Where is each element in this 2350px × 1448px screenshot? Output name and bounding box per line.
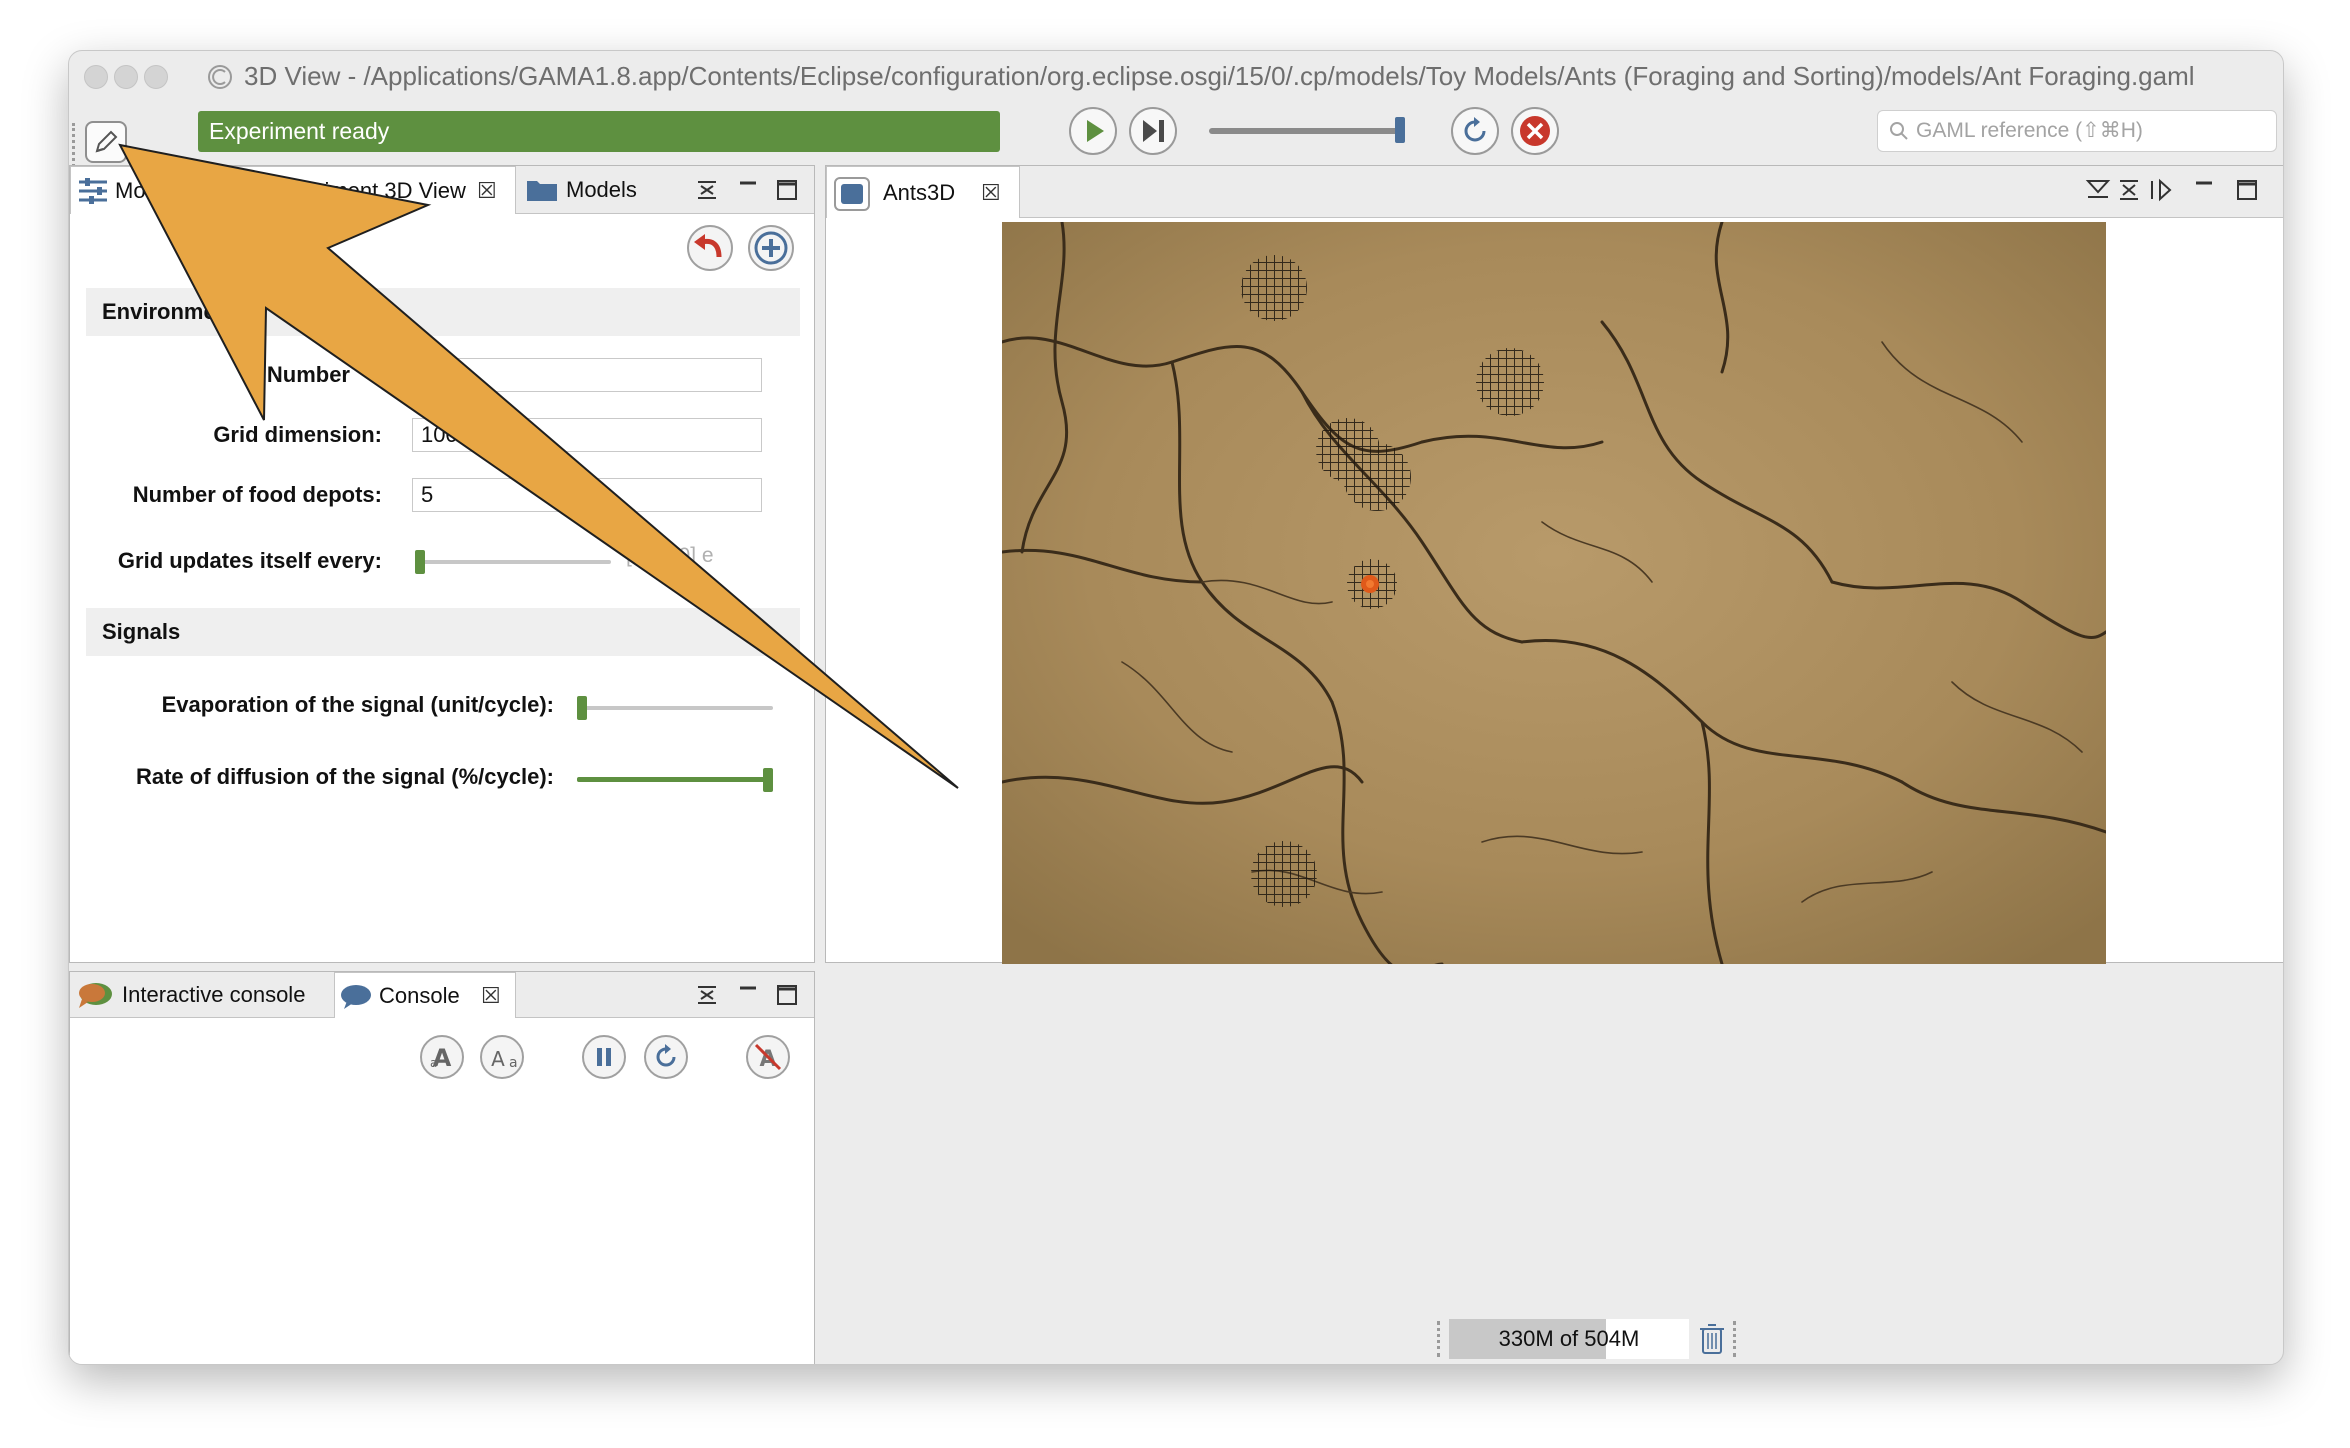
clear-text-icon: A (754, 1043, 782, 1072)
svg-text:A: A (491, 1047, 505, 1071)
tab-ants3d-label: Ants3D (883, 180, 956, 205)
toggle-panel-icon (2151, 178, 2172, 202)
evaporation-slider-thumb[interactable] (577, 696, 587, 720)
grid-updates-slider-thumb[interactable] (415, 550, 425, 574)
evaporation-label: Evaporation of the signal (unit/cycle): (161, 692, 554, 717)
increase-font-button[interactable]: Aa (420, 1035, 464, 1079)
diffusion-slider-fill (577, 777, 768, 782)
collapse-icon (698, 181, 716, 199)
parameters-panel: Modeling Experiment 3D View ☒ Models Env… (69, 165, 815, 963)
clear-console-button[interactable]: A (746, 1035, 790, 1079)
diffusion-label: Rate of diffusion of the signal (%/cycle… (135, 764, 554, 789)
maximize-icon (2237, 180, 2257, 200)
section-signals[interactable]: Signals (86, 608, 800, 656)
tab-close-icon[interactable]: ☒ (981, 167, 1001, 219)
pause-icon (597, 1048, 611, 1066)
svg-text:a: a (509, 1055, 518, 1071)
zoom-window-button[interactable] (144, 65, 168, 89)
pencil-icon (95, 130, 118, 153)
window-title: 3D View - /Applications/GAMA1.8.app/Cont… (244, 61, 2195, 91)
soil-texture (1002, 222, 2106, 964)
maximize-icon (777, 985, 797, 1005)
tab-models[interactable]: Models (518, 166, 648, 214)
pause-console-button[interactable] (582, 1035, 626, 1079)
number-label: Number (266, 362, 350, 387)
play-icon (1087, 120, 1104, 142)
console-view-controls (698, 985, 797, 1005)
gaml-reference-search[interactable]: GAML reference (⇧⌘H) (1877, 110, 2277, 152)
run-button[interactable] (1069, 107, 1117, 155)
number-input[interactable] (412, 358, 762, 392)
grid-updates-range: [0..100] e (626, 544, 714, 567)
gama-app-icon (208, 65, 232, 89)
ants3d-simulation-view[interactable] (1002, 222, 2106, 964)
search-icon (1890, 122, 1908, 140)
tab-close-icon[interactable]: ☒ (481, 973, 501, 1019)
food-depots-input[interactable]: 5 (412, 478, 762, 512)
ant-nest (1361, 575, 1379, 593)
console-bubble-icon (341, 985, 371, 1009)
svg-text:a: a (430, 1056, 437, 1070)
app-window: 3D View - /Applications/GAMA1.8.app/Cont… (68, 50, 2284, 1365)
grid-dimension-input[interactable]: 100 (412, 418, 762, 452)
add-param-button[interactable] (746, 223, 796, 273)
tab-ants3d[interactable]: Ants3D ☒ (826, 166, 1020, 218)
speed-slider-track[interactable] (1209, 128, 1405, 134)
stop-button[interactable] (1511, 107, 1559, 155)
reload-button[interactable] (1451, 107, 1499, 155)
display-tabbar: Ants3D ☒ (826, 166, 2283, 218)
step-forward-icon (1143, 120, 1164, 142)
view-controls (698, 180, 797, 200)
tab-modeling-label: Modeling (115, 178, 205, 203)
collapse-icon (698, 986, 716, 1004)
speed-slider-thumb[interactable] (1395, 117, 1405, 143)
tab-models-label: Models (566, 177, 637, 202)
title-bar: 3D View - /Applications/GAMA1.8.app/Cont… (69, 51, 2283, 101)
refresh-console-button[interactable] (644, 1035, 688, 1079)
grid-updates-label: Grid updates itself every: (117, 548, 382, 573)
decrease-font-button[interactable]: Aa (480, 1035, 524, 1079)
evaporation-slider-track[interactable] (577, 706, 773, 710)
statusbar-grip (1437, 1321, 1440, 1357)
grid-updates-slider-track[interactable] (415, 560, 611, 564)
console-panel: Interactive console Console ☒ Aa Aa A (69, 971, 815, 1364)
tab-experiment-3d-view[interactable]: Modeling Experiment 3D View ☒ (70, 166, 516, 214)
maximize-icon (777, 180, 797, 200)
tab-console[interactable]: Console ☒ (334, 972, 516, 1018)
memory-usage: 330M of 504M (1498, 1326, 1640, 1351)
display-view-controls (2085, 178, 2257, 202)
step-button[interactable] (1129, 107, 1177, 155)
tab-experiment-3d-view-label: Experiment 3D View (267, 178, 466, 203)
minimize-window-button[interactable] (114, 65, 138, 89)
display-panel: Ants3D ☒ (825, 165, 2283, 964)
chat-bubble-icon (79, 983, 112, 1008)
display-icon (834, 177, 870, 211)
tab-close-icon[interactable]: ☒ (477, 167, 497, 215)
diffusion-slider-thumb[interactable] (763, 768, 773, 792)
tab-interactive-console-label: Interactive console (122, 982, 306, 1007)
refresh-icon (656, 1044, 676, 1067)
grid-dimension-label: Grid dimension: (213, 422, 382, 447)
parameters-icon (79, 178, 107, 204)
collapse-icon (2120, 180, 2138, 200)
experiment-status: Experiment ready (198, 111, 1000, 152)
food-depots-label: Number of food depots: (132, 482, 382, 507)
close-icon (1520, 116, 1550, 146)
tab-interactive-console[interactable]: Interactive console (70, 972, 332, 1018)
close-window-button[interactable] (84, 65, 108, 89)
folder-icon (527, 181, 557, 201)
revert-params-button[interactable] (685, 223, 735, 273)
parameters-tabbar: Modeling Experiment 3D View ☒ Models (70, 166, 814, 214)
toolbar-grip (72, 123, 75, 167)
tab-console-label: Console (379, 983, 460, 1008)
font-larger-icon: Aa (430, 1044, 452, 1072)
trash-icon[interactable] (1697, 1321, 1727, 1357)
section-environment[interactable]: Environment (86, 288, 800, 336)
edit-model-button[interactable] (85, 121, 127, 163)
menu-icon (2085, 180, 2111, 198)
console-tabbar: Interactive console Console ☒ (70, 972, 814, 1018)
reload-icon (1464, 117, 1486, 142)
statusbar-grip (1733, 1321, 1736, 1357)
font-smaller-icon: Aa (491, 1047, 518, 1071)
